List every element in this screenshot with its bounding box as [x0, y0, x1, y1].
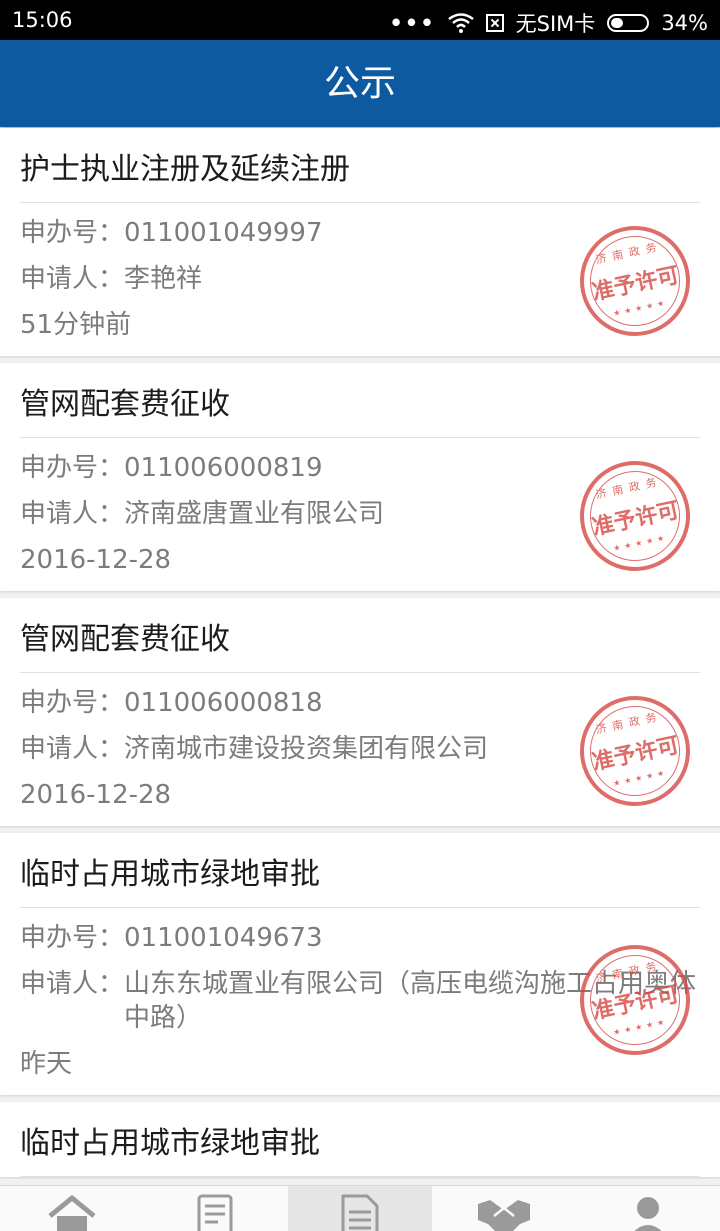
- applicant-label: 申请人：: [20, 499, 125, 529]
- application-no-label: 申办号：: [20, 923, 125, 953]
- application-no-label: 申办号：: [20, 218, 125, 248]
- time-row: 昨天: [20, 1047, 700, 1081]
- form-icon: [197, 1194, 233, 1231]
- battery-percent: 34%: [661, 11, 708, 35]
- applicant-label: 申请人：: [20, 734, 125, 764]
- publicity-list[interactable]: 护士执业注册及延续注册 申办号： 011001049997 申请人： 李艳祥 5…: [0, 128, 720, 1185]
- document-icon: [341, 1194, 379, 1231]
- item-time: 昨天: [20, 1049, 73, 1079]
- application-no-row: 申办号： 011001049673: [20, 921, 700, 955]
- app-header: 公示: [0, 40, 720, 127]
- status-time: 15:06: [12, 8, 73, 32]
- wifi-icon: [447, 13, 474, 33]
- more-dots-icon: •••: [389, 11, 436, 35]
- status-icons: ••• 无SIM卡 34%: [389, 8, 708, 38]
- applicant-label: 申请人：: [20, 969, 125, 999]
- application-no-label: 申办号：: [20, 688, 125, 718]
- tab-document[interactable]: [288, 1186, 432, 1231]
- tab-cooperation[interactable]: [432, 1186, 576, 1231]
- battery-icon: [607, 14, 650, 32]
- page-title: 公示: [323, 63, 396, 104]
- item-title: 护士执业注册及延续注册: [20, 128, 700, 203]
- user-icon: [634, 1197, 662, 1231]
- list-item[interactable]: 临时占用城市绿地审批 申办号： 011001049673 申请人： 山东东城置业…: [0, 833, 720, 1095]
- item-title: 管网配套费征收: [20, 363, 700, 438]
- no-sim-icon: [485, 14, 504, 32]
- tab-profile[interactable]: [576, 1186, 720, 1231]
- list-item[interactable]: 管网配套费征收 申办号： 011006000818 申请人： 济南城市建设投资集…: [0, 598, 720, 826]
- list-item[interactable]: 管网配套费征收 申办号： 011006000819 申请人： 济南盛唐置业有限公…: [0, 363, 720, 591]
- applicant-label: 申请人：: [20, 264, 125, 294]
- tab-form[interactable]: [144, 1186, 288, 1231]
- item-title: 临时占用城市绿地审批: [20, 833, 700, 908]
- application-no-label: 申办号：: [20, 453, 125, 483]
- home-icon: [48, 1195, 96, 1231]
- item-title: 临时占用城市绿地审批: [20, 1102, 700, 1177]
- list-item[interactable]: 临时占用城市绿地审批: [0, 1102, 720, 1177]
- list-item[interactable]: 护士执业注册及延续注册 申办号： 011001049997 申请人： 李艳祥 5…: [0, 128, 720, 356]
- handshake-icon: [478, 1200, 530, 1231]
- bottom-tab-bar: [0, 1185, 720, 1231]
- sim-status-text: 无SIM卡: [515, 12, 596, 36]
- status-bar: 15:06 ••• 无SIM卡 34%: [0, 0, 720, 40]
- item-title: 管网配套费征收: [20, 598, 700, 673]
- tab-home[interactable]: [0, 1186, 144, 1231]
